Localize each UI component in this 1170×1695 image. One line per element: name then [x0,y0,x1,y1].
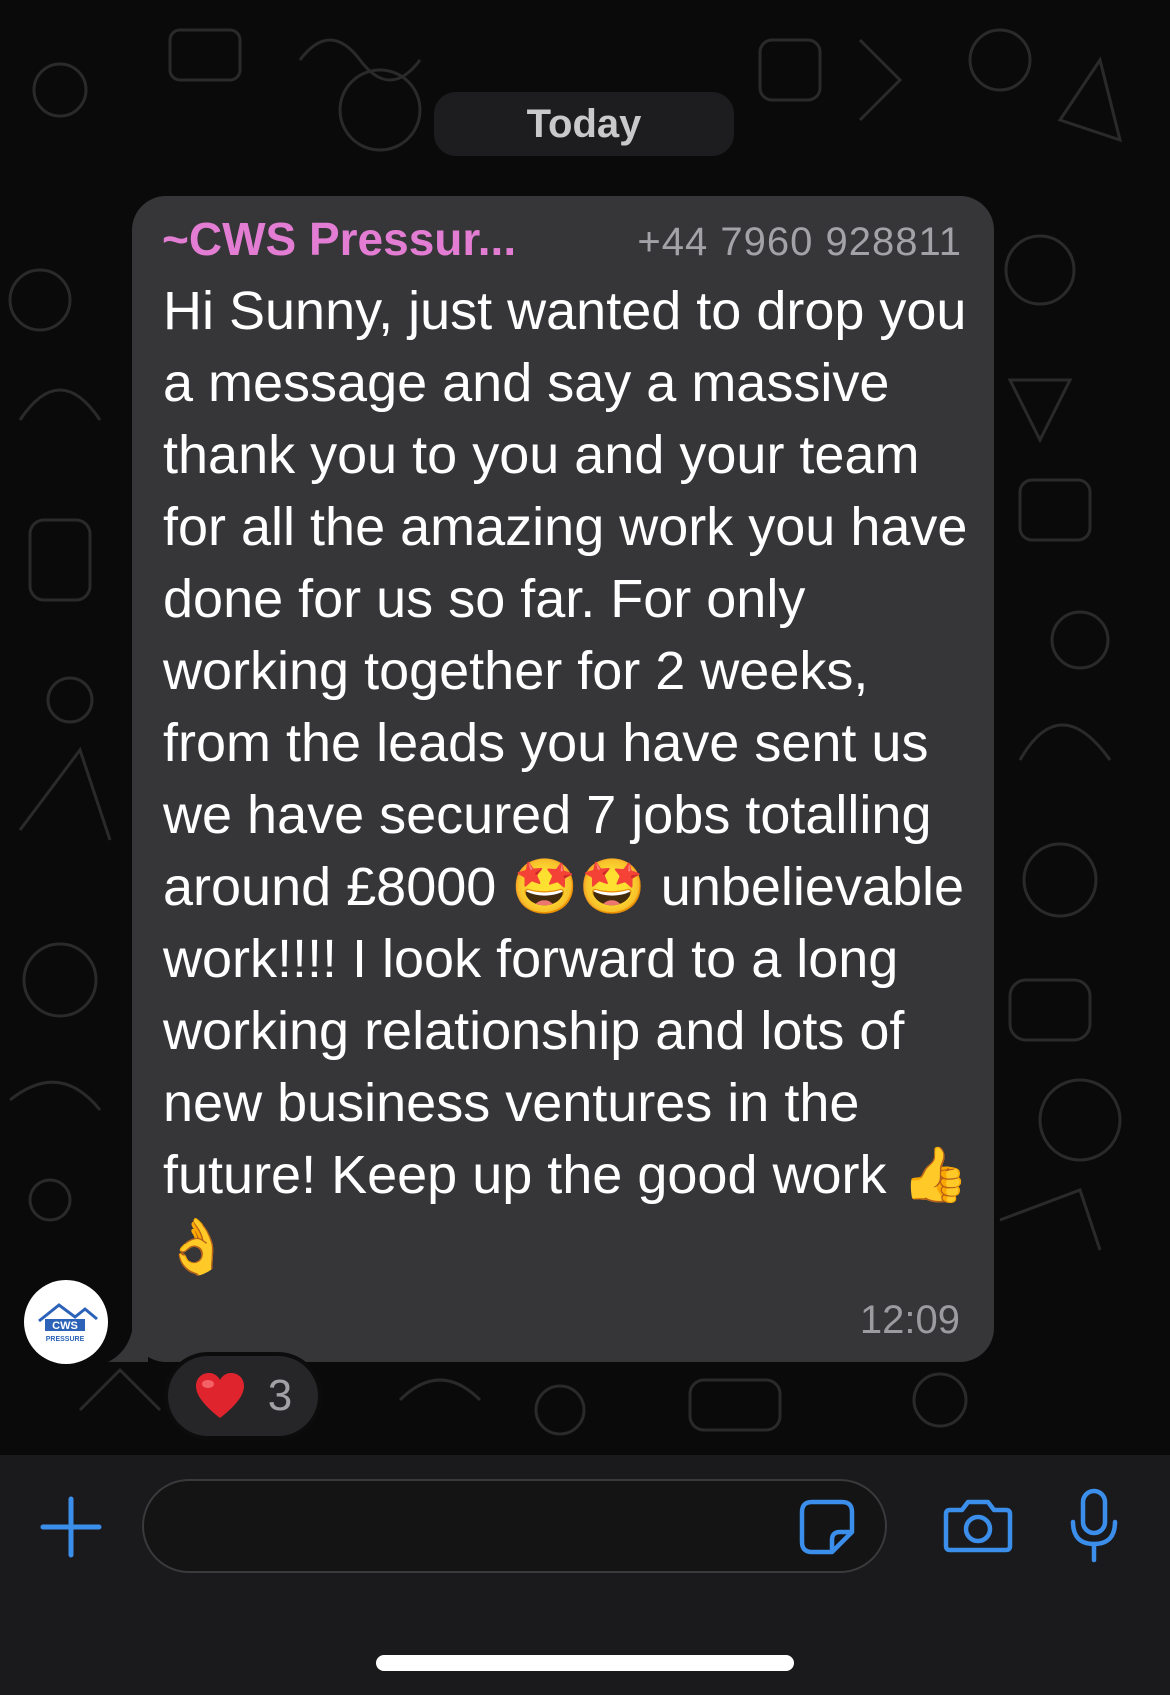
sticker-button[interactable] [796,1496,858,1558]
microphone-icon [1070,1488,1118,1563]
date-separator-label: Today [526,101,642,146]
microphone-button[interactable] [1068,1488,1120,1564]
message-timestamp: 12:09 [859,1298,960,1342]
heart-icon [195,1373,244,1418]
sticker-icon [799,1499,855,1555]
reaction-count: 3 [267,1371,293,1420]
plus-icon [40,1496,102,1558]
message-input[interactable] [172,1481,796,1573]
sender-name[interactable]: ~CWS Pressur... [162,212,516,266]
avatar[interactable]: CWS PRESSURE [24,1280,108,1364]
date-separator: Today [434,92,734,156]
message-input-field[interactable] [142,1479,887,1573]
sender-phone[interactable]: +44 7960 928811 [637,220,962,265]
avatar-logo-subtext: PRESSURE [46,1336,85,1343]
attach-button[interactable] [36,1492,106,1562]
cws-logo-icon: CWS PRESSURE [38,1303,98,1343]
reaction-pill[interactable]: 3 [164,1352,322,1440]
message-header: ~CWS Pressur... +44 7960 928811 [162,212,962,272]
avatar-logo-text: CWS [52,1320,78,1332]
camera-icon [943,1499,1013,1553]
home-indicator[interactable] [376,1655,794,1671]
message-text: Hi Sunny, just wanted to drop you a mess… [163,281,983,1277]
camera-button[interactable] [942,1494,1014,1556]
